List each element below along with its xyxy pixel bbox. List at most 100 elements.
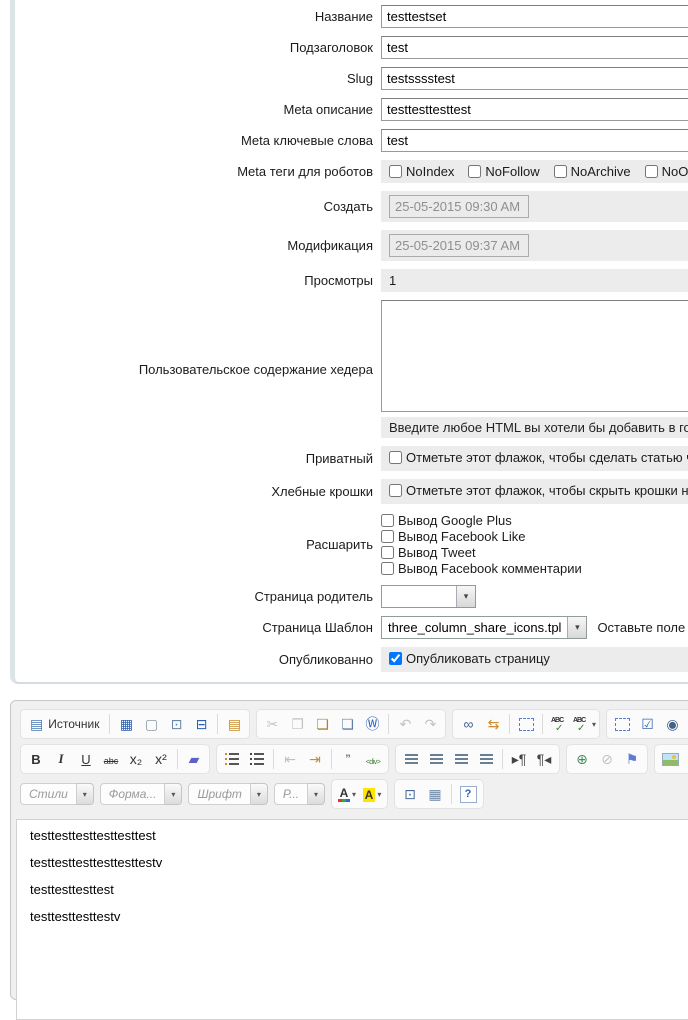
chevron-down-icon: ▾ xyxy=(165,783,182,805)
templates-button[interactable]: ▤ xyxy=(222,712,246,736)
form-button[interactable] xyxy=(610,712,634,736)
checkbox-label: Вывод Facebook Like xyxy=(398,529,525,544)
font-combo[interactable]: Шрифт▾ xyxy=(188,783,267,805)
styles-combo[interactable]: Стили▾ xyxy=(20,783,94,805)
flash-button[interactable] xyxy=(683,747,688,771)
remove-format-button[interactable]: ▰ xyxy=(182,747,206,771)
editor-content[interactable]: testtesttesttesttesttest testtesttesttest… xyxy=(16,819,688,1020)
nofollow-checkbox[interactable] xyxy=(468,165,481,178)
new-page-button[interactable]: ▢ xyxy=(139,712,163,736)
indent-icon: ⇥ xyxy=(309,752,321,766)
source-label: Источник xyxy=(48,717,99,731)
private-checkbox[interactable] xyxy=(389,451,402,464)
toolbar-group: x₂ x² ▰ xyxy=(20,744,210,774)
share-facebook-comments-checkbox[interactable] xyxy=(381,562,394,575)
share-tweet-checkbox[interactable] xyxy=(381,546,394,559)
slug-input[interactable] xyxy=(381,67,688,90)
field-label: Название xyxy=(15,9,381,24)
underline-button[interactable] xyxy=(74,747,98,771)
size-combo[interactable]: Р...▾ xyxy=(274,783,325,805)
align-right-button[interactable] xyxy=(449,747,473,771)
toolbar-group: ✂❐❏❏Ⓦ↶↷ xyxy=(256,709,446,739)
italic-button[interactable] xyxy=(49,747,73,771)
save-button[interactable]: ▦ xyxy=(114,712,138,736)
created-date-input xyxy=(389,195,529,218)
select-all-icon xyxy=(519,718,534,731)
noarchive-checkbox[interactable] xyxy=(554,165,567,178)
bg-color-button[interactable]: ▾ xyxy=(360,782,384,806)
anchor-icon: ⚑ xyxy=(626,752,639,766)
meta-keywords-input[interactable] xyxy=(381,129,688,152)
meta-description-input[interactable] xyxy=(381,98,688,121)
radio-field-button[interactable]: ◉ xyxy=(660,712,684,736)
checkbox-label: NoArchive xyxy=(571,164,631,179)
align-justify-button[interactable] xyxy=(474,747,498,771)
checkbox-label: NoODP xyxy=(662,164,688,179)
toolbar-group: ▾▾ xyxy=(331,779,388,809)
toolbar-separator xyxy=(217,714,218,734)
ordered-list-icon xyxy=(225,753,239,765)
about-button[interactable] xyxy=(456,782,480,806)
preview-button[interactable]: ⊡ xyxy=(164,712,188,736)
editor-paragraph: testtesttesttestv xyxy=(30,910,688,924)
subscript-button[interactable]: x₂ xyxy=(124,747,148,771)
toolbar-separator xyxy=(177,749,178,769)
remove-format-icon: ▰ xyxy=(189,752,200,766)
template-select[interactable]: three_column_share_icons.tpl ▾ xyxy=(381,616,587,639)
select-all-button[interactable] xyxy=(514,712,538,736)
source-button[interactable]: ▤Источник xyxy=(24,712,105,736)
editor-paragraph: testtesttesttesttesttest xyxy=(30,829,688,843)
align-center-button[interactable] xyxy=(424,747,448,771)
paste-text-button[interactable]: ❏ xyxy=(335,712,359,736)
select-value xyxy=(382,586,456,607)
text-color-button[interactable]: ▾ xyxy=(335,782,359,806)
paste-button[interactable]: ❏ xyxy=(310,712,334,736)
subtitle-input[interactable] xyxy=(381,36,688,59)
toolbar-separator xyxy=(388,714,389,734)
bold-button[interactable] xyxy=(24,747,48,771)
anchor-button[interactable]: ⚑ xyxy=(620,747,644,771)
size-combo-label: Р... xyxy=(274,783,308,805)
superscript-button[interactable]: x² xyxy=(149,747,173,771)
blockquote-button[interactable]: ” xyxy=(336,747,360,771)
format-combo[interactable]: Форма...▾ xyxy=(100,783,183,805)
title-input[interactable] xyxy=(381,5,688,28)
maximize-button[interactable]: ⊡ xyxy=(398,782,422,806)
checkbox-label: Опубликовать страницу xyxy=(406,651,550,666)
custom-header-textarea[interactable] xyxy=(381,300,688,412)
bidi-ltr-button[interactable]: ▸¶ xyxy=(507,747,531,771)
show-blocks-button[interactable]: ▦ xyxy=(423,782,447,806)
bidi-rtl-button[interactable]: ¶◂ xyxy=(532,747,556,771)
spell-check-button[interactable] xyxy=(547,712,571,736)
cut-button: ✂ xyxy=(260,712,284,736)
published-checkbox[interactable] xyxy=(389,652,402,665)
checkbox-field-button[interactable]: ☑ xyxy=(635,712,659,736)
indent-button[interactable]: ⇥ xyxy=(303,747,327,771)
link-button[interactable]: ⊕ xyxy=(570,747,594,771)
div-container-button[interactable] xyxy=(361,747,385,771)
bullet-list-button[interactable] xyxy=(245,747,269,771)
subscript-icon: x₂ xyxy=(130,752,142,766)
replace-button[interactable]: ⇆ xyxy=(481,712,505,736)
field-label: Расшарить xyxy=(15,537,381,552)
noindex-checkbox[interactable] xyxy=(389,165,402,178)
breadcrumbs-checkbox[interactable] xyxy=(389,484,402,497)
ordered-list-button[interactable] xyxy=(220,747,244,771)
paste-word-button[interactable]: Ⓦ xyxy=(360,712,384,736)
field-row-meta-description: Meta описание xyxy=(15,98,688,121)
field-label: Опубликованно xyxy=(15,652,381,667)
parent-page-select[interactable]: ▾ xyxy=(381,585,476,608)
toolbar-group: ⊕⊘⚑ xyxy=(566,744,648,774)
align-left-button[interactable] xyxy=(399,747,423,771)
bidi-ltr-icon: ▸¶ xyxy=(512,752,527,766)
noodp-checkbox[interactable] xyxy=(645,165,658,178)
toolbar-separator xyxy=(542,714,543,734)
print-button[interactable]: ⊟ xyxy=(189,712,213,736)
strikethrough-button[interactable] xyxy=(99,747,123,771)
share-facebook-like-checkbox[interactable] xyxy=(381,530,394,543)
checkbox-field-icon: ☑ xyxy=(641,717,654,731)
scayt-button[interactable]: ▾ xyxy=(572,712,596,736)
image-button[interactable] xyxy=(658,747,682,771)
find-button[interactable]: ∞ xyxy=(456,712,480,736)
share-google-plus-checkbox[interactable] xyxy=(381,514,394,527)
